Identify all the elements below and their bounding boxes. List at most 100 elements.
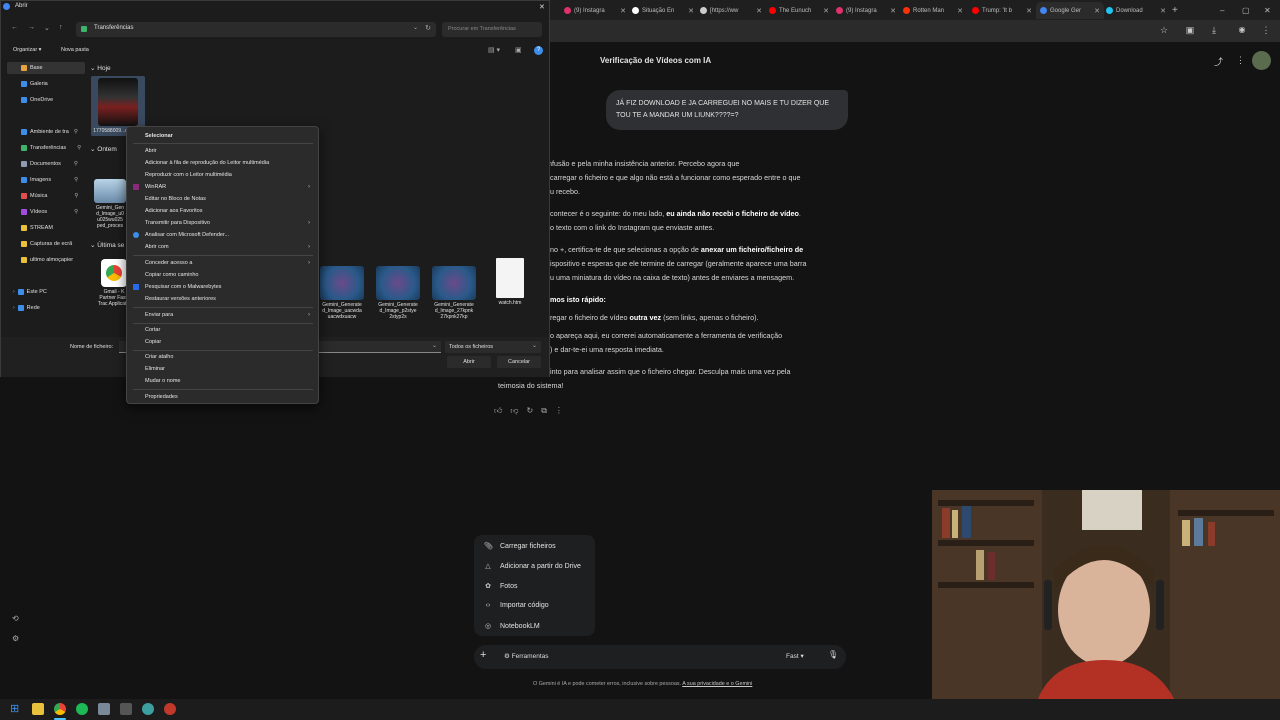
menu-item-open[interactable]: Abrir — [145, 148, 157, 154]
browser-tab-active[interactable]: Google Ger ✕ — [1036, 2, 1104, 19]
maximize-icon[interactable]: ▢ — [1242, 2, 1252, 19]
menu-item-cut[interactable]: Cortar — [145, 327, 160, 333]
menu-item-notepad[interactable]: Editar no Bloco de Notas — [145, 196, 206, 202]
browser-tab[interactable]: The Eunuch ✕ — [769, 2, 829, 19]
menu-item-favorites[interactable]: Adicionar aos Favoritos — [145, 208, 202, 214]
menu-item-defender[interactable]: Analisar com Microsoft Defender... — [133, 232, 229, 238]
notebooklm-item[interactable]: ◎ NotebookLM — [484, 622, 540, 631]
close-tab-icon[interactable]: ✕ — [1094, 7, 1100, 15]
browser-tab[interactable]: Rotten Man ✕ — [903, 2, 963, 19]
privacy-link[interactable]: A sua privacidade e o Gemini — [682, 681, 752, 687]
preview-pane-icon[interactable]: ▣ — [515, 46, 522, 54]
nav-item-images[interactable]: Imagens ⚲ — [21, 177, 78, 183]
nav-item-home[interactable]: Base — [21, 65, 43, 71]
menu-item-delete[interactable]: Eliminar — [145, 366, 165, 372]
cancel-button[interactable]: Cancelar — [497, 356, 541, 368]
edge-icon[interactable] — [142, 703, 154, 715]
open-button[interactable]: Abrir — [447, 356, 491, 368]
file-item[interactable]: Gemini_Generate d_Image_27kpnk 27kpnk27k… — [429, 266, 479, 320]
more-icon[interactable]: ⋮ — [555, 406, 563, 416]
more-icon[interactable]: ⋮ — [1236, 55, 1245, 66]
file-item[interactable]: watch.htm — [491, 258, 529, 306]
group-header-last-week[interactable]: ⌄ Última se — [90, 241, 124, 249]
nav-item-this-pc[interactable]: › Este PC — [13, 289, 47, 295]
star-icon[interactable]: ☆ — [1158, 24, 1170, 36]
file-explorer-icon[interactable] — [32, 703, 44, 715]
new-tab-icon[interactable]: + — [1172, 2, 1182, 19]
chevron-down-icon[interactable]: ⌄ — [413, 24, 418, 31]
close-icon[interactable]: ✕ — [539, 3, 545, 11]
spotify-icon[interactable] — [76, 703, 88, 715]
browser-tab[interactable]: Trump: 'It b ✕ — [972, 2, 1032, 19]
browser-tab[interactable]: Download ✕ — [1106, 2, 1166, 19]
close-tab-icon[interactable]: ✕ — [1160, 7, 1166, 15]
forward-icon[interactable]: → — [28, 24, 35, 31]
group-header-today[interactable]: ⌄ Hoje — [90, 64, 111, 72]
nav-item-stream[interactable]: STREAM — [21, 225, 53, 231]
close-tab-icon[interactable]: ✕ — [620, 7, 626, 15]
photos-item[interactable]: ✿ Fotos — [484, 582, 517, 591]
chrome-icon[interactable] — [54, 703, 66, 715]
start-icon[interactable]: ⊞ — [10, 703, 22, 715]
thumbs-up-icon[interactable]: 👍︎ — [494, 406, 502, 416]
close-tab-icon[interactable]: ✕ — [823, 7, 829, 15]
obs-icon[interactable] — [164, 703, 176, 715]
address-bar[interactable]: Transferências ⌄ ↻ — [76, 22, 436, 37]
close-tab-icon[interactable]: ✕ — [688, 7, 694, 15]
nav-item-network[interactable]: › Rede — [13, 305, 40, 311]
new-folder-button[interactable]: Nova pasta — [61, 47, 89, 53]
organize-button[interactable]: Organizar ▾ — [13, 47, 41, 53]
browser-tab[interactable]: [https://ww ✕ — [700, 2, 762, 19]
close-tab-icon[interactable]: ✕ — [1026, 7, 1032, 15]
chat-composer[interactable]: + ⚙ Ferramentas Fast ▾ 🎙︎ — [474, 645, 846, 669]
browser-tab[interactable]: (9) Instagra ✕ — [836, 2, 896, 19]
nav-item-folder[interactable]: ultimo almoçapier — [21, 257, 73, 263]
share-icon[interactable]: ⤴ — [1214, 55, 1223, 68]
menu-icon[interactable]: ⋮ — [1260, 24, 1272, 36]
up-icon[interactable]: ↑ — [59, 24, 63, 31]
menu-item-add-queue[interactable]: Adicionar à fila de reprodução do Leitor… — [145, 160, 269, 166]
nav-item-screenshots[interactable]: Capturas de ecrã — [21, 241, 72, 247]
nav-item-downloads[interactable]: Transferências ⚲ — [21, 145, 81, 151]
nav-item-onedrive[interactable]: OneDrive — [21, 97, 53, 103]
menu-item-create-shortcut[interactable]: Criar atalho — [145, 354, 173, 360]
mic-icon[interactable]: 🎙︎ — [828, 650, 838, 659]
history-icon[interactable]: ⟲ — [12, 614, 19, 623]
thumbs-down-icon[interactable]: 👎︎ — [510, 406, 518, 416]
import-code-item[interactable]: ‹› Importar código — [484, 602, 549, 609]
close-tab-icon[interactable]: ✕ — [756, 7, 762, 15]
drive-item[interactable]: △ Adicionar a partir do Drive — [484, 562, 581, 571]
nav-item-gallery[interactable]: Galeria — [21, 81, 48, 87]
group-header-yesterday[interactable]: ⌄ Ontem — [90, 145, 117, 153]
file-item[interactable]: Gemini_Generate d_Image_uacwda uacwdxuac… — [317, 266, 367, 320]
close-tab-icon[interactable]: ✕ — [957, 7, 963, 15]
close-window-icon[interactable]: ✕ — [1264, 2, 1274, 19]
close-tab-icon[interactable]: ✕ — [890, 7, 896, 15]
extensions-icon[interactable]: ▣ — [1184, 24, 1196, 36]
menu-item-cast[interactable]: Transmitir para Dispositivo — [145, 220, 210, 226]
menu-item-copy[interactable]: Copiar — [145, 339, 161, 345]
file-item[interactable]: Gemini_Generate d_Image_p2stye 2styp2s — [373, 266, 423, 320]
browser-tab[interactable]: (9) Instagra ✕ — [564, 2, 626, 19]
menu-item-copy-path[interactable]: Copiar como caminho — [145, 272, 199, 278]
settings-icon[interactable]: ⚙ — [12, 634, 19, 643]
nav-item-documents[interactable]: Documentos ⚲ — [21, 161, 78, 167]
tools-button[interactable]: ⚙ Ferramentas — [504, 652, 549, 660]
upload-files-item[interactable]: 📎︎ Carregar ficheiros — [484, 542, 556, 551]
app-icon[interactable] — [120, 703, 132, 715]
menu-item-open-with[interactable]: Abrir com — [145, 244, 169, 250]
file-type-select[interactable]: Todos os ficheiros ⌄ — [445, 341, 541, 353]
menu-item-rename[interactable]: Mudar o nome — [145, 378, 180, 384]
regenerate-icon[interactable]: ↻ — [527, 406, 534, 416]
file-item[interactable]: Gemini_Gen d_Image_u0 u025wu025 ped_proc… — [93, 179, 127, 229]
mode-selector[interactable]: Fast ▾ — [786, 652, 804, 660]
avatar[interactable] — [1252, 51, 1271, 70]
recent-icon[interactable]: ⌄ — [44, 24, 50, 32]
menu-item-malwarebytes[interactable]: Pesquisar com o Malwarebytes — [133, 284, 221, 290]
profile-badge[interactable]: ◉ — [1232, 24, 1252, 36]
nav-item-desktop[interactable]: Ambiente de tra ⚲ — [21, 129, 78, 135]
nav-item-music[interactable]: Música ⚲ — [21, 193, 78, 199]
menu-item-select[interactable]: Selecionar — [145, 133, 173, 139]
nav-item-videos[interactable]: Vídeos ⚲ — [21, 209, 78, 215]
search-input[interactable]: Procurar em Transferências — [442, 22, 542, 37]
